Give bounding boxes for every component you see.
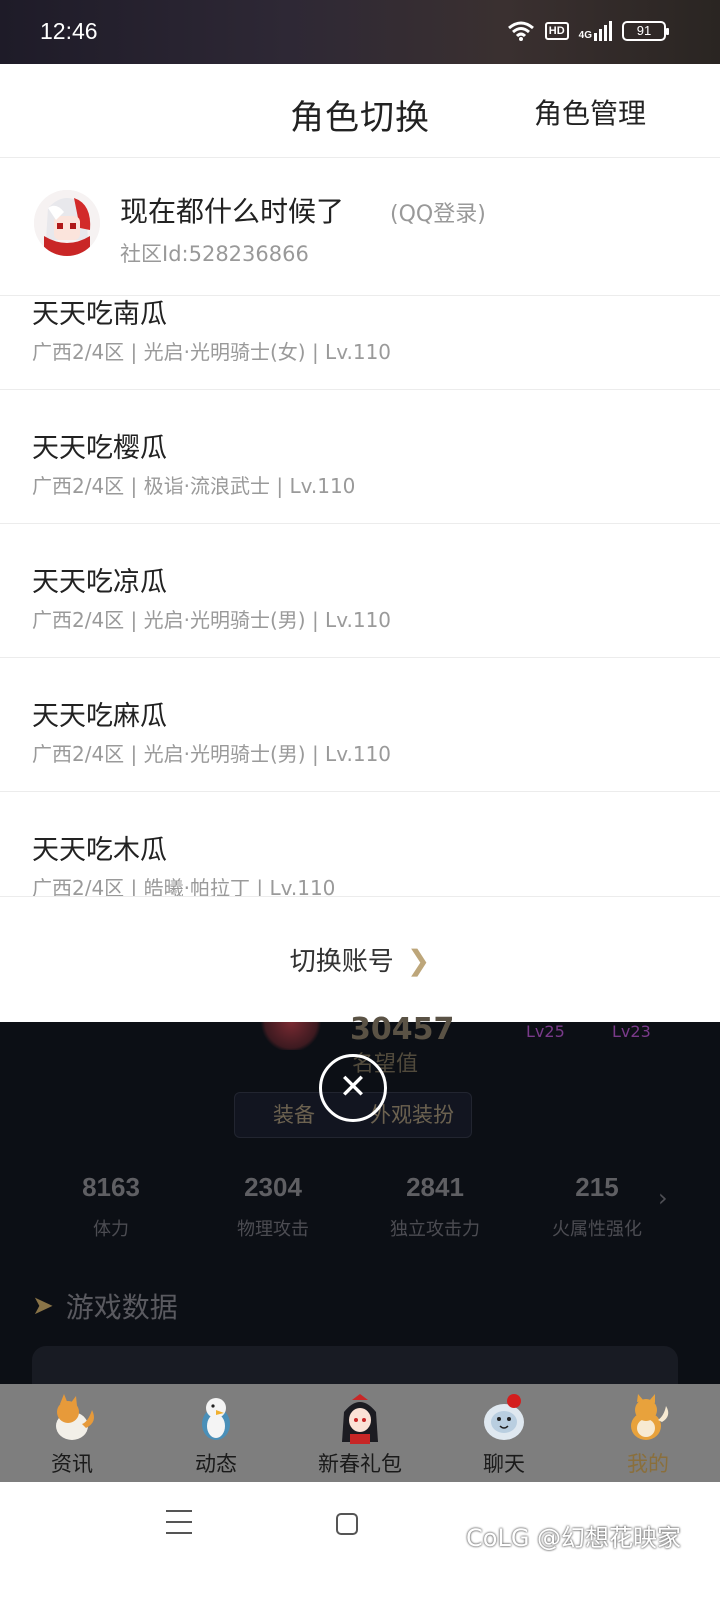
role-name: 天天吃麻瓜 xyxy=(32,701,167,732)
role-info: 广西2/4区 | 光启·光明骑士(女) | Lv.110 xyxy=(32,340,392,364)
switch-account-button[interactable]: 切换账号 ❯ xyxy=(0,896,720,1022)
role-name: 天天吃南瓜 xyxy=(32,299,167,330)
role-item[interactable]: 天天吃木瓜 广西2/4区 | 皓曦·帕拉丁 | Lv.110 xyxy=(0,792,720,896)
role-item[interactable]: 天天吃南瓜 广西2/4区 | 光启·光明骑士(女) | Lv.110 xyxy=(0,296,720,390)
section-arrow-icon: ➤ xyxy=(32,1291,54,1321)
role-name: 天天吃樱瓜 xyxy=(32,433,167,464)
role-info: 广西2/4区 | 光启·光明骑士(男) | Lv.110 xyxy=(32,742,392,766)
watermark: CoLG @幻想花映家 xyxy=(466,1524,682,1552)
role-item[interactable]: 天天吃凉瓜 广西2/4区 | 光启·光明骑士(男) | Lv.110 xyxy=(0,524,720,658)
role-name: 天天吃凉瓜 xyxy=(32,567,167,598)
stat-item: 215 火属性强化 xyxy=(516,1172,678,1241)
stats-row: 8163 体力 2304 物理攻击 2841 独立攻击力 215 火属性强化 xyxy=(30,1172,680,1241)
tab-feed[interactable]: 动态 xyxy=(144,1384,288,1482)
tab-label: 资讯 xyxy=(51,1452,93,1476)
role-info: 广西2/4区 | 皓曦·帕拉丁 | Lv.110 xyxy=(32,876,336,896)
section-title: ➤ 游戏数据 xyxy=(32,1286,178,1326)
stat-value: 8163 xyxy=(82,1172,140,1202)
chevron-right-icon: ❯ xyxy=(406,944,431,977)
tab-label: 新春礼包 xyxy=(318,1452,402,1476)
role-list: 天天吃南瓜 广西2/4区 | 光启·光明骑士(女) | Lv.110 天天吃樱瓜… xyxy=(0,296,720,896)
status-bar: 12:46 HD 4G 91 xyxy=(0,0,720,64)
menu-icon[interactable] xyxy=(166,1510,192,1536)
stat-item: 2304 物理攻击 xyxy=(192,1172,354,1241)
unread-badge xyxy=(507,1394,521,1408)
tab-label: 我的 xyxy=(627,1452,669,1476)
section-title-text: 游戏数据 xyxy=(65,1291,178,1324)
stat-label: 独立攻击力 xyxy=(390,1219,480,1240)
account-name: 现在都什么时候了 xyxy=(120,195,345,228)
role-item[interactable]: 天天吃樱瓜 广西2/4区 | 极诣·流浪武士 | Lv.110 xyxy=(0,390,720,524)
role-manage-button[interactable]: 角色管理 xyxy=(534,92,646,132)
rank-emblem-icon xyxy=(258,1022,324,1050)
bottom-tab-bar: 资讯 动态 新春礼包 聊天 我的 xyxy=(0,1384,720,1482)
tab-mine[interactable]: 我的 xyxy=(576,1384,720,1482)
girl-mascot-icon xyxy=(342,1394,378,1444)
role-info: 广西2/4区 | 光启·光明骑士(男) | Lv.110 xyxy=(32,608,392,632)
stat-value: 215 xyxy=(575,1172,619,1202)
tab-chat[interactable]: 聊天 xyxy=(432,1384,576,1482)
status-icons: HD 4G 91 xyxy=(507,20,669,42)
penguin-mascot-icon xyxy=(202,1398,230,1440)
stats-more-chevron-icon[interactable]: › xyxy=(658,1184,668,1212)
home-icon[interactable] xyxy=(336,1513,358,1535)
stat-item: 2841 独立攻击力 xyxy=(354,1172,516,1241)
hd-icon: HD xyxy=(544,22,569,40)
stat-value: 2304 xyxy=(244,1172,302,1202)
stat-item: 8163 体力 xyxy=(30,1172,192,1241)
network-type: 4G xyxy=(578,30,592,41)
level-badge: Lv23 xyxy=(612,1022,651,1041)
close-button[interactable]: ✕ xyxy=(319,1054,387,1122)
yeti-mascot-icon xyxy=(484,1404,524,1440)
tab-new-year-gift[interactable]: 新春礼包 xyxy=(288,1384,432,1482)
avatar-image xyxy=(34,190,100,256)
login-type: (QQ登录) xyxy=(390,202,486,227)
shiba-mascot-icon xyxy=(631,1394,669,1440)
current-account[interactable]: 现在都什么时候了 (QQ登录) 社区Id:528236866 xyxy=(0,158,720,296)
stat-label: 体力 xyxy=(93,1219,129,1240)
avatar xyxy=(34,190,100,256)
tab-label: 动态 xyxy=(195,1452,237,1476)
sheet-header: 角色切换 角色管理 xyxy=(0,64,720,158)
stat-label: 火属性强化 xyxy=(552,1219,642,1240)
system-nav-bar: CoLG @幻想花映家 xyxy=(0,1482,720,1600)
role-info: 广西2/4区 | 极诣·流浪武士 | Lv.110 xyxy=(32,474,356,498)
signal-icon: 4G xyxy=(579,21,612,41)
tab-label: 聊天 xyxy=(483,1452,525,1476)
role-item[interactable]: 天天吃麻瓜 广西2/4区 | 光启·光明骑士(男) | Lv.110 xyxy=(0,658,720,792)
role-switch-sheet: 角色切换 角色管理 现在都什么时候了 (QQ登录) 社区Id:528236866… xyxy=(0,64,720,1022)
role-name: 天天吃木瓜 xyxy=(32,835,167,866)
fox-mascot-icon xyxy=(56,1394,94,1440)
community-id: 社区Id:528236866 xyxy=(120,242,309,266)
tab-news[interactable]: 资讯 xyxy=(0,1384,144,1482)
switch-account-label: 切换账号 xyxy=(289,947,394,977)
battery-icon: 91 xyxy=(622,21,669,41)
wifi-icon xyxy=(507,21,534,41)
stat-value: 2841 xyxy=(406,1172,464,1202)
stat-label: 物理攻击 xyxy=(237,1219,309,1240)
fame-value: 30457 xyxy=(350,1012,455,1047)
status-time: 12:46 xyxy=(40,18,98,44)
level-badge: Lv25 xyxy=(526,1022,565,1041)
